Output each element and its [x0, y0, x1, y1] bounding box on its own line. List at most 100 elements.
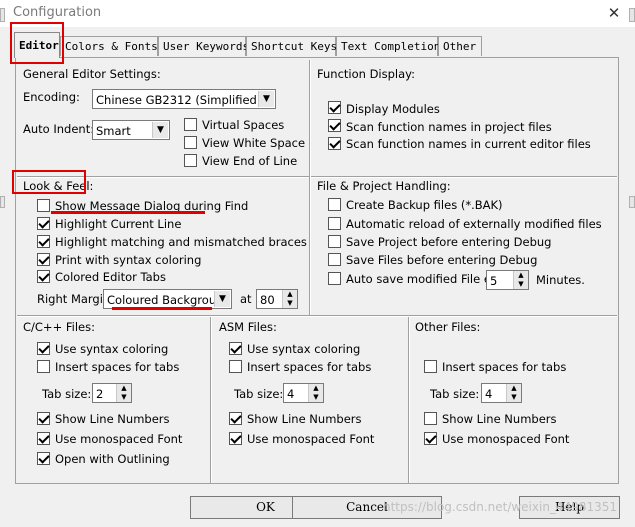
- asm-line-numbers-checkbox[interactable]: [229, 412, 242, 425]
- auto-reload-label: Automatic reload of externally modified …: [346, 217, 602, 231]
- cpp-monospaced-label: Use monospaced Font: [55, 432, 183, 446]
- separator: [17, 176, 617, 178]
- chevron-down-icon[interactable]: ▼: [152, 122, 168, 138]
- display-modules-label: Display Modules: [346, 102, 440, 116]
- background-window-edge: [0, 8, 5, 22]
- configuration-dialog: Configuration ✕ Editor Colors & Fonts Us…: [0, 0, 635, 527]
- save-files-debug-label: Save Files before entering Debug: [346, 253, 538, 267]
- asm-syntax-coloring-checkbox[interactable]: [229, 342, 242, 355]
- scan-editor-files-checkbox[interactable]: [328, 137, 341, 150]
- tab-text-completion[interactable]: Text Completion: [336, 36, 440, 56]
- virtual-spaces-label: Virtual Spaces: [202, 118, 285, 132]
- other-tab-size-label: Tab size:: [430, 387, 480, 401]
- auto-indent-select[interactable]: Smart ▼: [92, 120, 170, 140]
- right-margin-select[interactable]: Coloured Background ▼: [103, 289, 232, 309]
- scan-editor-files-label: Scan function names in current editor fi…: [346, 137, 591, 151]
- auto-indent-value: Smart: [96, 124, 131, 138]
- asm-files-heading: ASM Files:: [219, 320, 277, 334]
- other-line-numbers-checkbox[interactable]: [424, 412, 437, 425]
- other-tab-size-stepper[interactable]: 4 ▲ ▼: [481, 383, 522, 403]
- view-white-space-checkbox[interactable]: [184, 136, 197, 149]
- stepper-arrows-icon[interactable]: ▲ ▼: [506, 384, 521, 402]
- title-bar: Configuration ✕: [0, 0, 635, 27]
- encoding-value: Chinese GB2312 (Simplified): [96, 93, 262, 107]
- show-message-dialog-checkbox[interactable]: [37, 199, 50, 212]
- cpp-syntax-coloring-checkbox[interactable]: [37, 342, 50, 355]
- scan-project-files-checkbox[interactable]: [328, 119, 341, 132]
- cpp-outlining-checkbox[interactable]: [37, 452, 50, 465]
- cpp-insert-spaces-checkbox[interactable]: [37, 360, 50, 373]
- cpp-files-heading: C/C++ Files:: [23, 320, 95, 334]
- highlight-braces-checkbox[interactable]: [37, 235, 50, 248]
- create-backup-checkbox[interactable]: [328, 198, 341, 211]
- stepper-arrows-icon[interactable]: ▲ ▼: [282, 290, 297, 308]
- chevron-down-icon[interactable]: ▼: [214, 291, 230, 307]
- colored-editor-tabs-label: Colored Editor Tabs: [55, 270, 166, 284]
- view-end-of-line-checkbox[interactable]: [184, 154, 197, 167]
- auto-save-checkbox[interactable]: [328, 272, 341, 285]
- annotation-underline: [112, 307, 212, 310]
- tab-colors-fonts[interactable]: Colors & Fonts: [60, 36, 158, 56]
- function-display-heading: Function Display:: [317, 67, 415, 81]
- right-margin-value: Coloured Background: [107, 293, 231, 307]
- auto-indent-label: Auto Indent:: [23, 122, 95, 136]
- background-window-edge: [629, 196, 635, 208]
- print-syntax-coloring-checkbox[interactable]: [37, 253, 50, 266]
- annotation-box: [10, 22, 64, 64]
- highlight-current-line-label: Highlight Current Line: [55, 217, 182, 231]
- tab-other[interactable]: Other: [438, 36, 482, 56]
- colored-editor-tabs-checkbox[interactable]: [37, 270, 50, 283]
- scan-project-files-label: Scan function names in project files: [346, 120, 552, 134]
- asm-line-numbers-label: Show Line Numbers: [247, 412, 362, 426]
- tab-user-keywords[interactable]: User Keywords: [158, 36, 249, 56]
- right-margin-stepper[interactable]: 80 ▲ ▼: [256, 289, 298, 309]
- create-backup-label: Create Backup files (*.BAK): [346, 198, 503, 212]
- other-insert-spaces-checkbox[interactable]: [424, 360, 437, 373]
- other-line-numbers-label: Show Line Numbers: [442, 412, 557, 426]
- cpp-monospaced-checkbox[interactable]: [37, 432, 50, 445]
- save-files-debug-checkbox[interactable]: [328, 253, 341, 266]
- other-tab-size-value: 4: [485, 387, 493, 401]
- auto-save-minutes-value: 5: [490, 274, 498, 288]
- auto-reload-checkbox[interactable]: [328, 217, 341, 230]
- annotation-underline: [51, 211, 205, 214]
- cpp-syntax-coloring-label: Use syntax coloring: [55, 342, 169, 356]
- asm-syntax-coloring-label: Use syntax coloring: [247, 342, 361, 356]
- cpp-outlining-label: Open with Outlining: [55, 452, 170, 466]
- encoding-label: Encoding:: [23, 90, 80, 104]
- auto-save-minutes-stepper[interactable]: 5 ▲ ▼: [486, 270, 529, 290]
- asm-insert-spaces-checkbox[interactable]: [229, 360, 242, 373]
- display-modules-checkbox[interactable]: [328, 101, 341, 114]
- separator: [309, 60, 311, 315]
- cpp-tab-size-stepper[interactable]: 2 ▲ ▼: [92, 383, 132, 403]
- separator: [210, 317, 212, 483]
- minutes-label: Minutes.: [536, 273, 585, 287]
- stepper-arrows-icon[interactable]: ▲ ▼: [308, 384, 323, 402]
- encoding-select[interactable]: Chinese GB2312 (Simplified) ▼: [92, 89, 276, 109]
- cpp-line-numbers-label: Show Line Numbers: [55, 412, 170, 426]
- other-insert-spaces-label: Insert spaces for tabs: [442, 360, 567, 374]
- annotation-box: [12, 170, 86, 194]
- other-monospaced-checkbox[interactable]: [424, 432, 437, 445]
- at-label: at: [240, 292, 252, 306]
- other-files-heading: Other Files:: [415, 320, 481, 334]
- stepper-arrows-icon[interactable]: ▲ ▼: [116, 384, 131, 402]
- background-window-edge: [629, 8, 635, 22]
- close-icon[interactable]: ✕: [600, 2, 628, 24]
- separator: [408, 317, 410, 483]
- stepper-arrows-icon[interactable]: ▲ ▼: [513, 271, 528, 289]
- virtual-spaces-checkbox[interactable]: [184, 118, 197, 131]
- other-monospaced-label: Use monospaced Font: [442, 432, 570, 446]
- save-project-debug-checkbox[interactable]: [328, 235, 341, 248]
- tab-shortcut-keys[interactable]: Shortcut Keys: [246, 36, 337, 56]
- cpp-tab-size-value: 2: [96, 387, 104, 401]
- file-project-heading: File & Project Handling:: [317, 179, 451, 193]
- chevron-down-icon[interactable]: ▼: [258, 91, 274, 107]
- window-title: Configuration: [13, 5, 102, 20]
- watermark: https://blog.csdn.net/weixin_44981351: [383, 500, 618, 514]
- view-end-of-line-label: View End of Line: [202, 154, 298, 168]
- asm-tab-size-stepper[interactable]: 4 ▲ ▼: [283, 383, 324, 403]
- highlight-current-line-checkbox[interactable]: [37, 217, 50, 230]
- asm-monospaced-checkbox[interactable]: [229, 432, 242, 445]
- cpp-line-numbers-checkbox[interactable]: [37, 412, 50, 425]
